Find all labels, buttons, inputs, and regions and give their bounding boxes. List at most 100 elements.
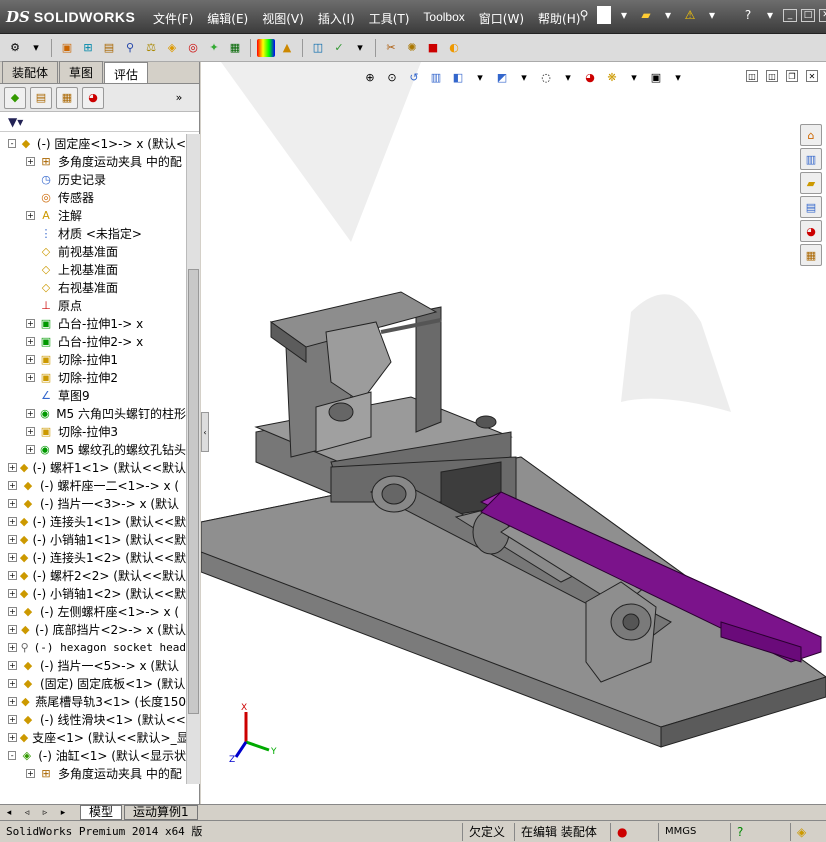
dropdown-arrow-icon[interactable]: ▾ [703, 6, 721, 24]
insert-component-icon[interactable]: ▣ [58, 39, 76, 57]
dropdown-arrow-icon[interactable]: ▾ [471, 68, 489, 86]
tree-item[interactable]: + ⊞ 多角度运动夹具 中的配 [0, 152, 186, 170]
tree-item[interactable]: ◎ 传感器 [0, 188, 186, 206]
feature-manager-icon[interactable]: ◆ [4, 86, 26, 109]
edit-appearance-icon[interactable]: ◕ [581, 68, 599, 86]
units-selector[interactable]: MMGS [658, 822, 730, 841]
file-explorer-icon[interactable]: ▰ [800, 172, 822, 194]
assembly-features-icon[interactable]: ◎ [184, 39, 202, 57]
filter-icon[interactable]: ▼▾ [8, 115, 23, 129]
resources-icon[interactable]: ⌂ [800, 124, 822, 146]
close-button[interactable]: ✕ [819, 8, 826, 22]
tree-item[interactable]: ◇ 上视基准面 [0, 260, 186, 278]
dropdown-arrow-icon[interactable]: ▾ [659, 6, 677, 24]
tree-item[interactable]: + ◉ M5 螺纹孔的螺纹孔钻头 [0, 440, 186, 458]
apply-scene-icon[interactable]: ❋ [603, 68, 621, 86]
expand-toggle-icon[interactable]: + [26, 210, 35, 220]
dropdown-arrow-icon[interactable]: ▾ [669, 68, 687, 86]
configuration-manager-icon[interactable]: ▦ [56, 86, 78, 109]
tree-item[interactable]: ⋮ 材质 <未指定> [0, 224, 186, 242]
tree-item[interactable]: + A 注解 [0, 206, 186, 224]
expand-toggle-icon[interactable]: + [8, 516, 17, 526]
split-icon[interactable]: ◫ [766, 70, 778, 82]
dropdown-arrow-icon[interactable]: ▾ [625, 68, 643, 86]
expand-toggle-icon[interactable]: - [8, 138, 17, 148]
restore-icon[interactable]: ❐ [786, 70, 798, 82]
display-manager-icon[interactable]: ◕ [82, 86, 104, 109]
tree-item[interactable]: + ◆ (-) 螺杆2<2> (默认<<默认 [0, 566, 186, 584]
new-motion-study-icon[interactable]: ▦ [226, 39, 244, 57]
expand-toggle-icon[interactable]: + [8, 570, 17, 580]
expand-toggle-icon[interactable]: + [26, 426, 35, 436]
expand-toggle-icon[interactable]: + [26, 768, 35, 778]
solidworks-logo[interactable]: DS SOLIDWORKS [6, 6, 138, 28]
expand-toggle-icon[interactable]: + [26, 408, 35, 418]
tree-item[interactable]: + ◆ (-) 小销轴1<1> (默认<<默 [0, 530, 186, 548]
tree-item[interactable]: + ▣ 切除-拉伸3 [0, 422, 186, 440]
exploded-view-icon[interactable]: ◫ [309, 39, 327, 57]
nav-last-icon[interactable]: ▸ [54, 804, 72, 822]
close-doc-icon[interactable]: ✕ [806, 70, 818, 82]
collapse-pane-handle[interactable]: ‹ [201, 412, 209, 452]
maximize-button[interactable]: □ [801, 8, 815, 22]
expand-toggle-icon[interactable]: + [8, 606, 17, 616]
expand-toggle-icon[interactable]: + [8, 732, 17, 742]
tree-item[interactable]: - ◆ (-) 固定座<1>-> x (默认< [0, 134, 186, 152]
expand-toggle-icon[interactable]: + [8, 462, 17, 472]
tree-item[interactable]: + ◆ (-) 小销轴1<2> (默认<<默 [0, 584, 186, 602]
tree-item[interactable]: - ◈ (-) 油缸<1> (默认<显示状 [0, 746, 186, 764]
rebuild-indicator-icon[interactable]: ● [610, 822, 658, 841]
tree-item[interactable]: + ◆ (-) 连接头1<2> (默认<<默 [0, 548, 186, 566]
expand-toggle-icon[interactable]: + [26, 156, 35, 166]
dropdown-arrow-icon[interactable]: ▾ [351, 39, 369, 57]
tab-model[interactable]: 模型 [80, 805, 123, 820]
tile-icon[interactable]: ◫ [746, 70, 758, 82]
minimize-button[interactable]: _ [783, 8, 797, 22]
tree-item[interactable]: + ◆ (-) 左侧螺杆座<1>-> x ( [0, 602, 186, 620]
tree-item[interactable]: ⊥ 原点 [0, 296, 186, 314]
tool-icon[interactable]: ⚙ [6, 39, 24, 57]
tab-sketch[interactable]: 草图 [59, 61, 104, 83]
tree-item[interactable]: + ◆ 支座<1> (默认<<默认>_显 [0, 728, 186, 746]
nav-next-icon[interactable]: ▹ [36, 804, 54, 822]
warning-icon[interactable]: ⚠ [681, 6, 699, 24]
view-palette-icon[interactable]: ▤ [800, 196, 822, 218]
previous-view-icon[interactable]: ↺ [405, 68, 423, 86]
view-settings-icon[interactable]: ▣ [647, 68, 665, 86]
zoom-to-fit-icon[interactable]: ⊕ [361, 68, 379, 86]
record-icon[interactable]: ■ [424, 39, 442, 57]
settings-icon[interactable]: ✺ [403, 39, 421, 57]
tree-item[interactable]: + ▣ 凸台-拉伸2-> x [0, 332, 186, 350]
tree-item[interactable]: ◷ 历史记录 [0, 170, 186, 188]
nav-first-icon[interactable]: ◂ [0, 804, 18, 822]
tree-item[interactable]: + ◆ (-) 挡片一<3>-> x (默认 [0, 494, 186, 512]
tree-item[interactable]: + ◆ (-) 底部挡片<2>-> x (默认 [0, 620, 186, 638]
chevron-right-icon[interactable]: » [168, 87, 190, 109]
design-library-icon[interactable]: ▥ [800, 148, 822, 170]
hide-show-icon[interactable]: ◌ [537, 68, 555, 86]
color-palette-icon[interactable] [257, 38, 275, 57]
tree-item[interactable]: + ◆ (-) 螺杆1<1> (默认<<默认 [0, 458, 186, 476]
custom-properties-icon[interactable]: ▦ [800, 244, 822, 266]
tree-item[interactable]: + ▣ 切除-拉伸2 [0, 368, 186, 386]
tree-item[interactable]: + ◆ (-) 挡片一<5>-> x (默认 [0, 656, 186, 674]
expand-toggle-icon[interactable]: + [8, 480, 17, 490]
linear-pattern-icon[interactable]: ▤ [100, 39, 118, 57]
expand-toggle-icon[interactable]: + [8, 696, 17, 706]
menu-item-2[interactable]: 视图(V) [255, 8, 311, 29]
tree-item[interactable]: ◇ 前视基准面 [0, 242, 186, 260]
tab-assembly[interactable]: 装配体 [2, 61, 59, 83]
expand-toggle-icon[interactable]: + [8, 498, 17, 508]
scrollbar-thumb[interactable] [188, 269, 199, 714]
smart-fastener-icon[interactable]: ⚲ [121, 39, 139, 57]
expand-toggle-icon[interactable]: + [8, 660, 17, 670]
zoom-to-area-icon[interactable]: ⊙ [383, 68, 401, 86]
tree-item[interactable]: + ◉ M5 六角凹头螺钉的柱形 [0, 404, 186, 422]
pin-icon[interactable]: ⚲ [575, 6, 593, 24]
dropdown-arrow-icon[interactable]: ▾ [515, 68, 533, 86]
tree-item[interactable]: + ◆ (-) 线性滑块<1> (默认<< [0, 710, 186, 728]
coordinate-triad[interactable]: X Y Z [229, 703, 277, 765]
menu-item-5[interactable]: Toolbox [416, 8, 471, 29]
tag-icon[interactable]: ◈ [790, 822, 812, 841]
dropdown-arrow-icon[interactable]: ▾ [559, 68, 577, 86]
